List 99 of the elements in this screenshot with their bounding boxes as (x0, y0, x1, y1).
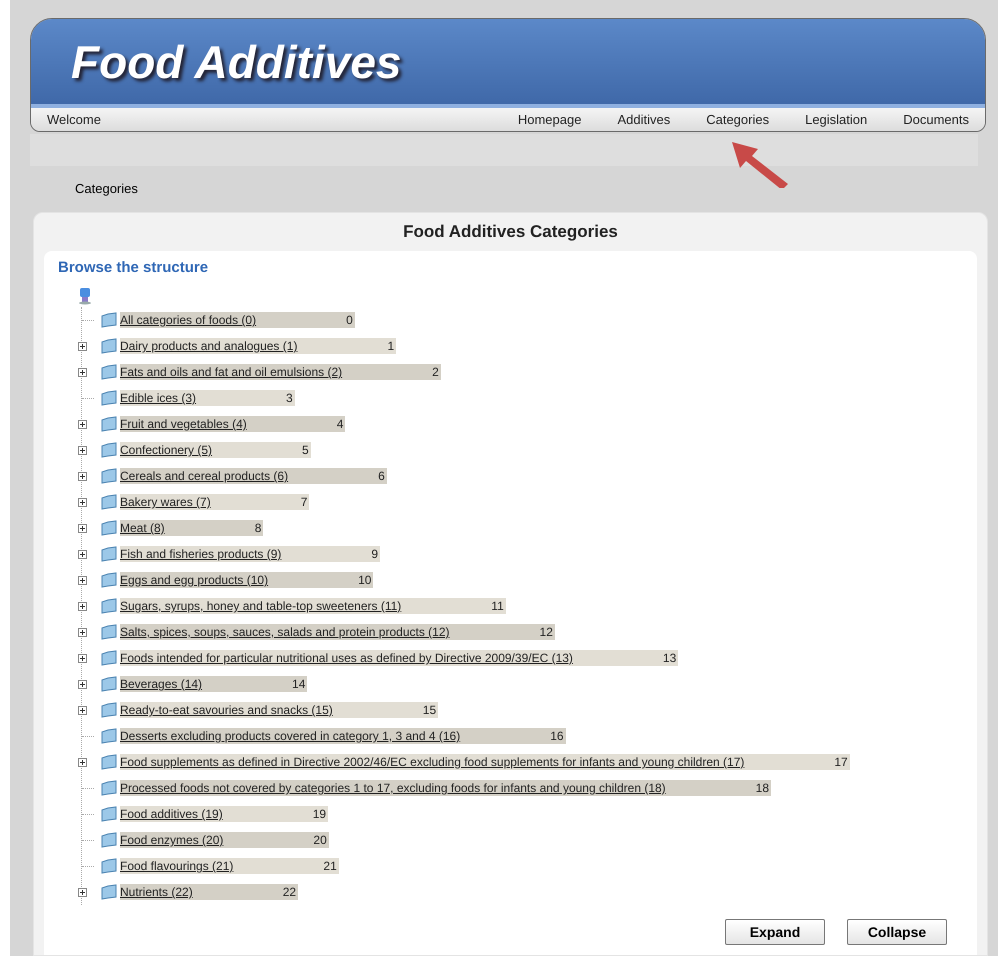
category-link[interactable]: Salts, spices, soups, sauces, salads and protein products (12) (120, 623, 450, 641)
category-count: 14 (291, 676, 306, 693)
folder-icon (100, 520, 118, 536)
category-link[interactable]: Food flavourings (21) (120, 857, 234, 875)
nav-link[interactable]: Legislation (805, 110, 868, 130)
folder-icon (100, 806, 118, 822)
folder-icon (100, 494, 118, 510)
category-count: 15 (422, 702, 438, 719)
nav-link[interactable]: Documents (903, 110, 969, 130)
category-link[interactable]: All categories of foods (0) (120, 311, 256, 329)
category-count: 12 (538, 624, 554, 641)
folder-icon (100, 442, 118, 458)
category-link[interactable]: Beverages (14) (120, 675, 202, 693)
folder-icon (100, 312, 118, 328)
tree-action-button[interactable]: Collapse (847, 919, 947, 945)
category-link[interactable]: Meat (8) (120, 519, 165, 537)
category-count: 5 (301, 442, 310, 459)
folder-icon (100, 338, 118, 354)
expand-icon[interactable] (78, 420, 87, 428)
folder-icon (100, 572, 118, 588)
expand-icon[interactable] (78, 524, 87, 532)
category-link[interactable]: Dairy products and analogues (1) (120, 337, 298, 355)
category-link[interactable]: Eggs and egg products (10) (120, 571, 268, 589)
category-link[interactable]: Sugars, syrups, honey and table-top sweeteners (11) (120, 597, 402, 615)
category-count: 19 (312, 806, 328, 823)
expand-icon[interactable] (78, 368, 87, 376)
folder-icon (100, 650, 118, 666)
category-count: 10 (357, 572, 372, 589)
category-link[interactable]: Food supplements as defined in Directive 2002/46/EC excluding food supplements for infants and young children (17) (120, 753, 744, 771)
expand-icon[interactable] (78, 680, 87, 688)
category-link[interactable]: Fats and oils and fat and oil emulsions (2) (120, 363, 342, 381)
expand-icon[interactable] (78, 654, 87, 662)
expand-icon[interactable] (78, 472, 87, 480)
category-count: 11 (490, 598, 505, 615)
category-link[interactable]: Desserts excluding products covered in category 1, 3 and 4 (16) (120, 727, 460, 745)
category-count: 6 (377, 468, 386, 485)
nav-link[interactable]: Categories (706, 110, 770, 130)
folder-icon (100, 832, 118, 848)
category-count: 1 (386, 338, 396, 355)
site-title: Food Additives (71, 38, 402, 84)
category-link[interactable]: Ready-to-eat savouries and snacks (15) (120, 701, 333, 719)
folder-icon (100, 728, 118, 744)
folder-icon (100, 676, 118, 692)
tree-action-button[interactable]: Expand (725, 919, 825, 945)
breadcrumb: Categories (75, 180, 138, 198)
category-link[interactable]: Food additives (19) (120, 805, 223, 823)
folder-icon (100, 884, 118, 900)
nav-link[interactable]: Additives (617, 110, 670, 130)
category-link[interactable]: Confectionery (5) (120, 441, 212, 459)
category-link[interactable]: Cereals and cereal products (6) (120, 467, 288, 485)
category-link[interactable]: Bakery wares (7) (120, 493, 211, 511)
folder-icon (100, 780, 118, 796)
welcome-text: Welcome (47, 110, 101, 129)
expand-icon[interactable] (78, 888, 87, 896)
category-count: 16 (549, 728, 565, 745)
section-heading: Browse the structure (58, 259, 210, 277)
expand-icon[interactable] (78, 550, 87, 558)
folder-icon (100, 364, 118, 380)
expand-icon[interactable] (78, 576, 87, 584)
category-link[interactable]: Nutrients (22) (120, 883, 193, 901)
category-count: 2 (431, 364, 440, 381)
category-count: 13 (662, 650, 678, 667)
folder-icon (100, 546, 118, 562)
folder-icon (100, 468, 118, 484)
folder-icon (100, 702, 118, 718)
expand-icon[interactable] (78, 628, 87, 636)
category-link[interactable]: Food enzymes (20) (120, 831, 224, 849)
category-count: 20 (312, 832, 328, 849)
computer-icon (78, 287, 92, 305)
expand-icon[interactable] (78, 498, 87, 506)
category-link[interactable]: Fruit and vegetables (4) (120, 415, 247, 433)
folder-icon (100, 754, 118, 770)
category-count: 21 (322, 858, 338, 875)
folder-icon (100, 390, 118, 406)
category-count: 8 (254, 520, 262, 537)
expand-icon[interactable] (78, 602, 87, 610)
category-link[interactable]: Foods intended for particular nutritional uses as defined by Directive 2009/39/EC (13) (120, 649, 573, 667)
expand-icon[interactable] (78, 342, 87, 350)
category-count: 7 (300, 494, 308, 511)
category-link[interactable]: Processed foods not covered by categories 1 to 17, excluding foods for infants and young children (18) (120, 779, 666, 797)
category-count: 3 (285, 390, 294, 407)
category-count: 4 (336, 416, 344, 433)
category-count: 17 (833, 754, 849, 771)
category-count: 18 (754, 780, 770, 797)
category-count: 0 (345, 312, 354, 329)
folder-icon (100, 858, 118, 874)
folder-icon (100, 416, 118, 432)
category-link[interactable]: Edible ices (3) (120, 389, 196, 407)
category-count: 9 (370, 546, 380, 563)
nav-link[interactable]: Homepage (518, 110, 582, 130)
expand-icon[interactable] (78, 758, 87, 766)
folder-icon (100, 624, 118, 640)
expand-icon[interactable] (78, 446, 87, 454)
arrow-icon (730, 140, 790, 188)
category-link[interactable]: Fish and fisheries products (9) (120, 545, 282, 563)
category-count: 22 (282, 884, 298, 901)
folder-icon (100, 598, 118, 614)
panel-title: Food Additives Categories (403, 221, 618, 244)
expand-icon[interactable] (78, 706, 87, 714)
